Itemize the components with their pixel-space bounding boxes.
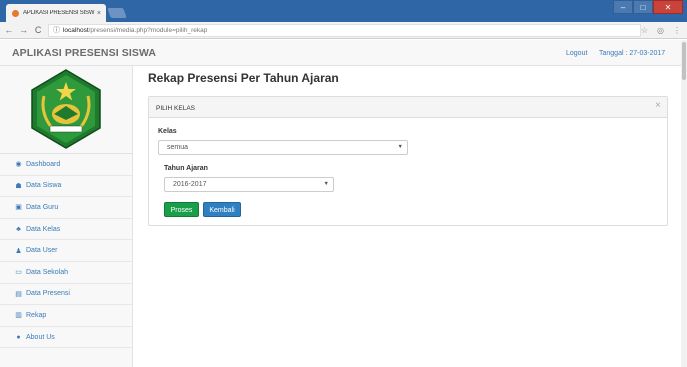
dashboard-icon: ◉	[15, 161, 22, 169]
sidebar-item-data-sekolah[interactable]: ▭ Data Sekolah	[0, 262, 133, 284]
sidebar-item-data-siswa[interactable]: ☗ Data Siswa	[0, 176, 133, 198]
new-tab-button[interactable]	[107, 8, 127, 18]
address-bar[interactable]: ⓘ localhost /presensi/media.php?module=p…	[47, 23, 641, 37]
sidebar-item-label: About Us	[26, 333, 55, 341]
minimize-button[interactable]: –	[613, 0, 633, 14]
sidebar-item-label: Data Sekolah	[26, 268, 69, 276]
app-header: APLIKASI PRESENSI SISWA Logout Tanggal :…	[0, 40, 687, 66]
reload-icon[interactable]: C	[32, 25, 44, 35]
sidebar-item-label: Data Siswa	[26, 182, 62, 190]
sidebar-item-data-user[interactable]: ♟ Data User	[0, 240, 133, 262]
sidebar-item-label: Data Kelas	[26, 225, 61, 233]
sidebar-item-data-presensi[interactable]: ▤ Data Presensi	[0, 284, 133, 306]
url-host: localhost	[62, 26, 89, 34]
user-icon: ♟	[15, 247, 22, 255]
logout-link[interactable]: Logout	[566, 50, 587, 57]
sidebar-item-label: Rekap	[26, 311, 47, 319]
sidebar-item-dashboard[interactable]: ◉ Dashboard	[0, 154, 133, 176]
proses-button[interactable]: Proses	[164, 202, 199, 217]
pilih-kelas-panel: PILIH KELAS × Kelas semua ▼ Tahun Ajaran…	[148, 96, 668, 226]
sidebar-menu: ◉ Dashboard ☗ Data Siswa ▣ Data Guru ♣ D…	[0, 154, 133, 349]
info-icon: ●	[16, 333, 21, 341]
sidebar-item-data-kelas[interactable]: ♣ Data Kelas	[0, 219, 133, 241]
sidebar-item-rekap[interactable]: ▥ Rekap	[0, 305, 133, 327]
forward-icon[interactable]: →	[18, 25, 30, 35]
app-brand[interactable]: APLIKASI PRESENSI SISWA	[12, 47, 156, 59]
url-path: /presensi/media.php?module=pilih_rekap	[88, 26, 208, 34]
browser-tab[interactable]: APLIKASI PRESENSI SISW ×	[6, 4, 106, 22]
back-icon[interactable]: ←	[3, 25, 15, 35]
scrollbar-thumb[interactable]	[682, 42, 686, 80]
page-scrollbar[interactable]	[681, 40, 687, 367]
monitor-icon: ▭	[15, 269, 22, 277]
sidebar-item-data-guru[interactable]: ▣ Data Guru	[0, 197, 133, 219]
extension-icon[interactable]: ◎	[657, 26, 664, 35]
teacher-icon: ▣	[15, 204, 22, 212]
tut-wuri-handayani-logo-icon	[31, 69, 101, 149]
panel-title: PILIH KELAS	[156, 105, 196, 112]
date-label: Tanggal : 27-03-2017	[599, 50, 666, 57]
tahun-ajaran-select[interactable]: 2016-2017 ▼	[164, 177, 334, 192]
chevron-down-icon: ▼	[323, 181, 329, 187]
tahun-ajaran-select-value: 2016-2017	[173, 181, 207, 188]
browser-menu-icon[interactable]: ⋮	[673, 26, 681, 35]
close-window-button[interactable]: ✕	[653, 0, 683, 14]
maximize-button[interactable]: □	[633, 0, 653, 14]
kelas-select[interactable]: semua ▼	[158, 140, 408, 155]
sidebar-item-label: Data Presensi	[26, 290, 70, 298]
kelas-label: Kelas	[158, 128, 177, 135]
school-logo-container	[0, 66, 133, 154]
browser-titlebar: APLIKASI PRESENSI SISW × – □ ✕	[0, 0, 687, 22]
sidebar: ◉ Dashboard ☗ Data Siswa ▣ Data Guru ♣ D…	[0, 66, 133, 367]
table-icon: ▤	[15, 290, 22, 298]
page-title: Rekap Presensi Per Tahun Ajaran	[148, 71, 339, 85]
tab-close-icon[interactable]: ×	[97, 10, 101, 17]
window-controls: – □ ✕	[613, 0, 683, 14]
sitemap-icon: ♣	[16, 225, 21, 233]
tab-title: APLIKASI PRESENSI SISW	[23, 10, 95, 16]
favicon-icon	[12, 9, 19, 17]
site-info-icon[interactable]: ⓘ	[53, 25, 60, 35]
kembali-button[interactable]: Kembali	[203, 202, 241, 217]
users-icon: ☗	[15, 182, 22, 190]
kelas-select-value: semua	[167, 144, 189, 151]
sidebar-item-about-us[interactable]: ● About Us	[0, 327, 133, 349]
panel-header: PILIH KELAS ×	[149, 97, 667, 118]
sidebar-item-label: Dashboard	[26, 160, 61, 168]
panel-close-icon[interactable]: ×	[655, 100, 661, 111]
chevron-down-icon: ▼	[397, 144, 403, 150]
bar-chart-icon: ▥	[15, 312, 22, 320]
bookmark-star-icon[interactable]: ☆	[641, 26, 648, 35]
tahun-ajaran-label: Tahun Ajaran	[164, 165, 208, 172]
sidebar-item-label: Data User	[26, 247, 58, 255]
sidebar-item-label: Data Guru	[26, 203, 59, 211]
browser-toolbar: ← → C ⓘ localhost /presensi/media.php?mo…	[0, 22, 687, 39]
